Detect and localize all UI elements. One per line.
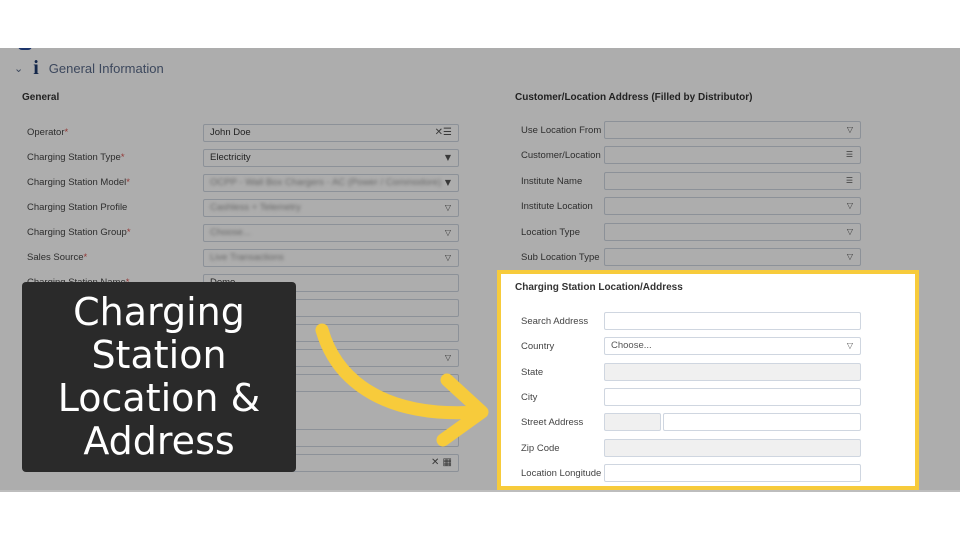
- location-longitude-label: Location Longitude: [521, 468, 602, 479]
- location-title: Charging Station Location/Address: [515, 282, 683, 293]
- caret-down-icon: ▽: [846, 341, 853, 350]
- street-address-input[interactable]: [663, 413, 861, 431]
- frame-bottom-border: [0, 490, 960, 492]
- street-number-field[interactable]: [604, 413, 661, 431]
- country-label: Country: [521, 341, 555, 352]
- location-address-panel: Charging Station Location/Address Search…: [497, 270, 919, 490]
- search-address-input[interactable]: [604, 312, 861, 330]
- state-label: State: [521, 367, 544, 378]
- city-label: City: [521, 392, 538, 403]
- country-select[interactable]: Choose... ▽: [604, 337, 861, 355]
- location-longitude-input[interactable]: [604, 464, 861, 482]
- search-address-label: Search Address: [521, 316, 589, 327]
- arrow-icon: [315, 323, 489, 447]
- country-value: Choose...: [611, 340, 652, 351]
- callout-box: Charging Station Location & Address: [22, 282, 296, 472]
- city-input[interactable]: [604, 388, 861, 406]
- state-field[interactable]: [604, 363, 861, 381]
- zip-code-label: Zip Code: [521, 443, 560, 454]
- callout-text: Charging Station Location & Address: [57, 290, 261, 463]
- street-address-label: Street Address: [521, 417, 584, 428]
- zip-code-field[interactable]: [604, 439, 861, 457]
